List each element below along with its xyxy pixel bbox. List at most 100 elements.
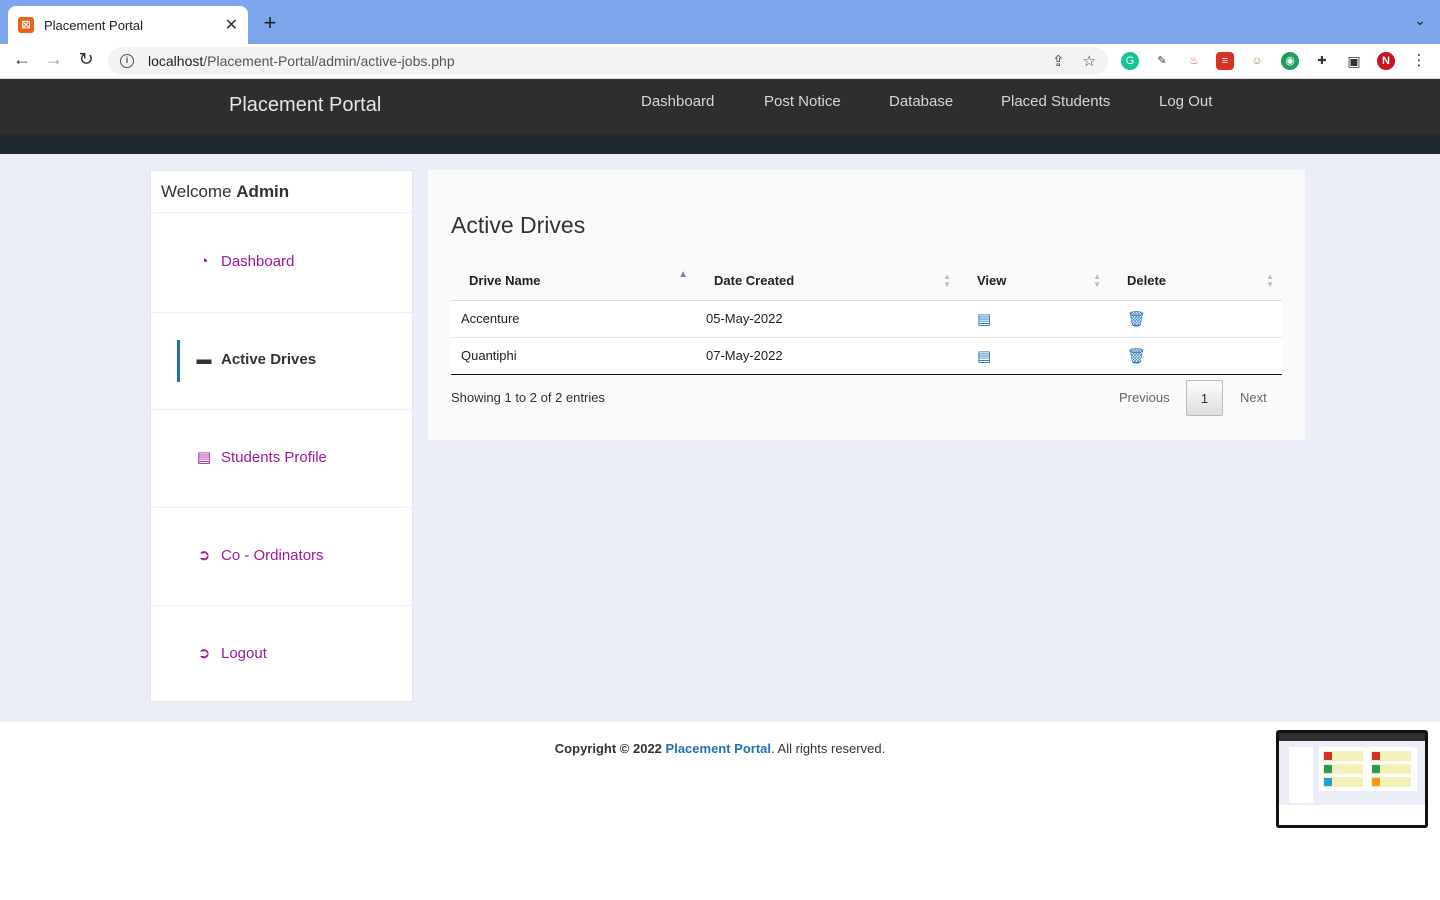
circle-arrow-icon: ➲ [197, 547, 211, 564]
divider [151, 212, 414, 213]
eyedropper-extension-icon[interactable]: ✎ [1153, 52, 1171, 70]
navbar-underline-strip [0, 134, 1440, 154]
table-row: Accenture 05-May-2022 ▤ 🗑 [451, 300, 1282, 338]
circle-arrow-icon: ➲ [197, 645, 211, 662]
todoist-extension-icon[interactable]: ≡ [1216, 52, 1234, 70]
thumbnail-tile [1371, 777, 1411, 787]
tab-close-icon[interactable]: ✕ [225, 15, 238, 35]
footer-brand-link[interactable]: Placement Portal [666, 741, 772, 756]
screenshot-thumbnail[interactable] [1276, 730, 1428, 828]
sort-icon: ▲ ▼ [943, 272, 951, 289]
profile-avatar[interactable]: N [1377, 52, 1395, 70]
column-header-date-created[interactable]: Date Created ▲ ▼ [696, 262, 959, 301]
thumbnail-tile [1323, 751, 1363, 761]
nav-placed-students[interactable]: Placed Students [1001, 93, 1110, 110]
pagination-previous[interactable]: Previous [1119, 380, 1170, 416]
column-header-view[interactable]: View ▲ ▼ [959, 262, 1109, 301]
thumbnail-navbar [1279, 733, 1425, 741]
thumbnail-tile [1323, 764, 1363, 774]
grammarly-extension-icon[interactable]: G [1121, 52, 1139, 70]
sidebar-item-label: Logout [221, 644, 267, 662]
address-bar[interactable]: i localhost/Placement-Portal/admin/activ… [108, 47, 1108, 75]
site-navbar: Placement Portal Dashboard Post Notice D… [0, 79, 1440, 134]
footer: Copyright © 2022 Placement Portal. All r… [0, 722, 1440, 900]
trash-icon[interactable]: 🗑 [1127, 311, 1146, 328]
divider [151, 507, 414, 508]
site-info-icon[interactable]: i [120, 54, 134, 68]
nav-log-out[interactable]: Log Out [1159, 93, 1212, 110]
sidebar-item-label: Co - Ordinators [221, 546, 324, 564]
main-panel: Active Drives Drive Name ▲ Date Created … [428, 170, 1305, 440]
date-created-cell: 07-May-2022 [696, 337, 959, 375]
drive-name-cell: Quantiphi [451, 337, 696, 375]
green-extension-icon[interactable]: ◉ [1281, 52, 1299, 70]
welcome-text: Welcome Admin [161, 182, 289, 202]
divider [151, 605, 414, 606]
thumbnail-footer [1279, 805, 1425, 825]
pagination-page-1[interactable]: 1 [1186, 380, 1223, 416]
extensions-puzzle-icon[interactable]: ✚ [1313, 52, 1331, 70]
tab-search-chevron-icon[interactable]: ⌄ [1414, 12, 1426, 29]
view-id-card-icon[interactable]: ▤ [977, 311, 991, 328]
new-tab-icon[interactable]: + [258, 10, 282, 36]
nav-post-notice[interactable]: Post Notice [764, 93, 841, 110]
sidebar-item-label: Students Profile [221, 448, 327, 466]
copyright-text: Copyright © 2022 Placement Portal. All r… [0, 741, 1440, 756]
divider [151, 409, 414, 410]
nav-database[interactable]: Database [889, 93, 953, 110]
sidebar-item-label: Active Drives [221, 351, 317, 368]
url-host: localhost [148, 53, 204, 69]
active-indicator [177, 340, 180, 382]
sort-icon: ▲ ▼ [1266, 272, 1274, 289]
divider [151, 312, 414, 313]
view-id-card-icon[interactable]: ▤ [977, 348, 991, 365]
xampp-favicon-icon: ⊠ [18, 17, 34, 33]
welcome-prefix: Welcome [161, 182, 232, 201]
copyright-prefix: Copyright © 2022 [554, 741, 662, 756]
sidebar-item-co-ordinators[interactable]: ➲ Co - Ordinators [195, 546, 324, 565]
url-text[interactable]: localhost/Placement-Portal/admin/active-… [148, 53, 1034, 69]
view-cell: ▤ [959, 300, 1109, 338]
back-arrow-icon[interactable]: ← [10, 49, 34, 70]
header-label: View [977, 273, 1007, 289]
column-header-drive-name[interactable]: Drive Name ▲ [451, 262, 696, 301]
sort-ascending-icon: ▲ [678, 269, 688, 280]
browser-tab-bar: ⊠ Placement Portal ✕ + ⌄ [0, 0, 1440, 44]
share-icon[interactable]: ⇪ [1052, 52, 1065, 70]
header-label: Delete [1127, 273, 1167, 289]
face-extension-icon[interactable]: ☺ [1248, 52, 1266, 70]
reload-icon[interactable]: ↻ [74, 49, 98, 70]
dashboard-icon: ◔ [199, 253, 209, 270]
drive-name-cell: Accenture [451, 300, 696, 338]
thumbnail-tile [1371, 764, 1411, 774]
navbar-brand[interactable]: Placement Portal [229, 94, 381, 117]
browser-menu-icon[interactable]: ⋮ [1410, 52, 1428, 70]
sidebar-item-active-drives[interactable]: ▬ Active Drives [195, 351, 317, 368]
bookmark-star-icon[interactable]: ☆ [1083, 52, 1096, 70]
welcome-user: Admin [236, 182, 290, 201]
forward-arrow-icon[interactable]: → [42, 49, 66, 70]
pagination-next[interactable]: Next [1240, 380, 1267, 416]
nav-dashboard[interactable]: Dashboard [641, 93, 714, 110]
date-created-cell: 05-May-2022 [696, 300, 959, 338]
browser-tab[interactable]: ⊠ Placement Portal ✕ [8, 6, 248, 44]
side-panel-icon[interactable]: ▣ [1345, 52, 1363, 70]
page-title: Active Drives [451, 212, 586, 238]
fire-extension-icon[interactable]: ♨ [1185, 52, 1203, 70]
sidebar-item-dashboard[interactable]: ◔ Dashboard [195, 253, 294, 270]
id-card-icon: ▤ [196, 449, 212, 466]
thumbnail-sidebar [1289, 747, 1313, 803]
column-header-delete[interactable]: Delete ▲ ▼ [1109, 262, 1282, 301]
thumbnail-tile [1371, 751, 1411, 761]
delete-cell: 🗑 [1109, 337, 1282, 375]
thumbnail-panel [1319, 747, 1417, 791]
trash-icon[interactable]: 🗑 [1127, 348, 1146, 365]
table-info: Showing 1 to 2 of 2 entries [451, 390, 605, 405]
drives-table: Drive Name ▲ Date Created ▲ ▼ View ▲ ▼ Del… [451, 262, 1282, 375]
briefcase-icon: ▬ [196, 351, 212, 368]
delete-cell: 🗑 [1109, 300, 1282, 338]
sidebar-item-logout[interactable]: ➲ Logout [195, 644, 267, 663]
sidebar-item-students-profile[interactable]: ▤ Students Profile [195, 448, 327, 467]
url-path: /Placement-Portal/admin/active-jobs.php [203, 53, 455, 69]
tab-title: Placement Portal [44, 17, 143, 33]
